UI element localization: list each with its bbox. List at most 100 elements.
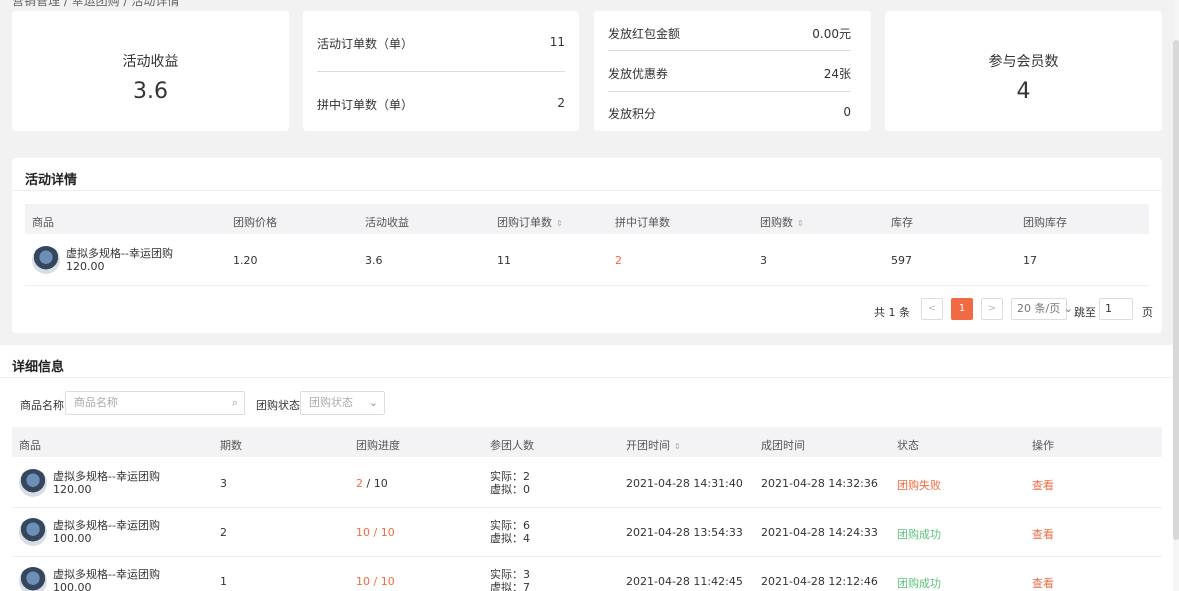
actual-count: 实际：2 xyxy=(490,470,530,483)
group-stock: 17 xyxy=(1023,254,1037,267)
product-thumbnail xyxy=(19,567,47,591)
page-size-select[interactable]: 20 条/页 ⌄ xyxy=(1011,298,1073,320)
divider xyxy=(12,190,1162,191)
progress: 10 / 10 xyxy=(356,526,395,539)
search-icon[interactable]: ⌕ xyxy=(232,392,238,414)
coupon-label: 发放优惠券 xyxy=(608,67,669,81)
page-suffix: 页 xyxy=(1142,306,1153,319)
actual-count: 实际：6 xyxy=(490,519,530,532)
sort-icon[interactable]: ⇕ xyxy=(674,442,681,451)
view-link[interactable]: 查看 xyxy=(1032,477,1054,493)
detail-info-card: 详细信息 商品名称 商品名称 ⌕ 团购状态 团购状态 ⌄ 商品 期数 团购进度 … xyxy=(0,345,1173,591)
product-name: 虚拟多规格--幸运团购 xyxy=(53,519,160,532)
revenue-label: 活动收益 xyxy=(122,54,179,70)
virtual-count: 虚拟：4 xyxy=(490,532,530,545)
members-card: 参与会员数 4 xyxy=(885,11,1162,131)
product-name: 虚拟多规格--幸运团购 xyxy=(53,568,160,581)
win-orders-value: 2 xyxy=(557,96,565,110)
col-revenue: 活动收益 xyxy=(365,216,409,229)
page-size-value: 20 条/页 xyxy=(1017,302,1061,315)
orders-label: 活动订单数（单） xyxy=(317,37,414,51)
col-stock: 库存 xyxy=(891,216,913,229)
product-price: 100.00 xyxy=(53,581,92,591)
product-price: 120.00 xyxy=(53,483,92,496)
product-price: 120.00 xyxy=(66,260,105,273)
goto-page-input[interactable]: 1 xyxy=(1099,298,1133,320)
pager-total: 共 1 条 xyxy=(874,306,910,319)
group-count: 3 xyxy=(760,254,767,267)
done-time: 2021-04-28 12:12:46 xyxy=(761,575,878,588)
redpack-label: 发放红包金额 xyxy=(608,27,681,41)
done-time: 2021-04-28 14:32:36 xyxy=(761,477,878,490)
table-header: 商品 团购价格 活动收益 团购订单数 ⇕ 拼中订单数 团购数 ⇕ 库存 团购库存 xyxy=(25,204,1149,234)
col-done-time: 成团时间 xyxy=(761,439,805,452)
scrollbar-thumb[interactable] xyxy=(1173,40,1179,540)
status-badge: 团购成功 xyxy=(897,528,941,541)
product-thumbnail xyxy=(32,246,60,274)
period: 3 xyxy=(220,477,227,490)
pager-next-button[interactable]: > xyxy=(981,298,1003,320)
product-thumbnail xyxy=(19,469,47,497)
section-title: 详细信息 xyxy=(12,360,65,375)
page-scrollbar[interactable] xyxy=(1173,0,1179,591)
filter-status-label: 团购状态 xyxy=(256,399,300,412)
open-time: 2021-04-28 11:42:45 xyxy=(626,575,743,588)
revenue: 3.6 xyxy=(365,254,383,267)
virtual-count: 虚拟：0 xyxy=(490,483,530,496)
pager-prev-button[interactable]: < xyxy=(921,298,943,320)
points-value: 0 xyxy=(843,105,851,119)
progress: 10 / 10 xyxy=(356,575,395,588)
open-time: 2021-04-28 13:54:33 xyxy=(626,526,743,539)
col-open-time-label: 开团时间 xyxy=(626,439,670,452)
divider xyxy=(12,556,1162,557)
col-action: 操作 xyxy=(1032,439,1054,452)
activity-detail-card: 活动详情 商品 团购价格 活动收益 团购订单数 ⇕ 拼中订单数 团购数 ⇕ 库存 团… xyxy=(12,158,1162,333)
status-badge: 团购失败 xyxy=(897,479,941,492)
product-name-search-input[interactable]: 商品名称 ⌕ xyxy=(65,391,245,415)
table-header: 商品 期数 团购进度 参团人数 开团时间 ⇕ 成团时间 状态 操作 xyxy=(12,427,1162,457)
filter-name-label: 商品名称 xyxy=(20,399,64,412)
revenue-card: 活动收益 3.6 xyxy=(12,11,289,131)
status-select[interactable]: 团购状态 ⌄ xyxy=(300,391,385,415)
group-orders: 11 xyxy=(497,254,511,267)
progress-done: 2 xyxy=(356,477,363,490)
view-link[interactable]: 查看 xyxy=(1032,526,1054,542)
col-group-count[interactable]: 团购数 ⇕ xyxy=(760,214,804,230)
product-price: 100.00 xyxy=(53,532,92,545)
section-title: 活动详情 xyxy=(25,173,78,188)
goto-label: 跳至 xyxy=(1074,306,1096,319)
period: 1 xyxy=(220,575,227,588)
chevron-down-icon: ⌄ xyxy=(1063,302,1073,315)
coupon-value: 24张 xyxy=(823,67,851,81)
divider xyxy=(0,377,1173,378)
col-group-price: 团购价格 xyxy=(233,216,277,229)
chevron-down-icon: ⌄ xyxy=(368,396,378,409)
view-link[interactable]: 查看 xyxy=(1032,575,1054,591)
sort-icon[interactable]: ⇕ xyxy=(556,219,563,228)
search-input-placeholder: 商品名称 xyxy=(74,396,118,409)
members-value: 4 xyxy=(1016,79,1031,104)
col-group-stock: 团购库存 xyxy=(1023,216,1067,229)
members-label: 参与会员数 xyxy=(988,54,1059,70)
col-progress: 团购进度 xyxy=(356,439,400,452)
pager-page-1[interactable]: 1 xyxy=(951,298,973,320)
divider xyxy=(608,91,851,92)
sort-icon[interactable]: ⇕ xyxy=(797,219,804,228)
period: 2 xyxy=(220,526,227,539)
open-time: 2021-04-28 14:31:40 xyxy=(626,477,743,490)
group-price: 1.20 xyxy=(233,254,258,267)
col-group-orders[interactable]: 团购订单数 ⇕ xyxy=(497,214,563,230)
divider xyxy=(317,71,565,72)
win-orders-label: 拼中订单数（单） xyxy=(317,98,414,112)
done-time: 2021-04-28 14:24:33 xyxy=(761,526,878,539)
col-group-count-label: 团购数 xyxy=(760,216,793,229)
divider xyxy=(25,285,1149,286)
orders-card: 活动订单数（单） 11 拼中订单数（单） 2 xyxy=(303,11,579,131)
col-open-time[interactable]: 开团时间 ⇕ xyxy=(626,437,681,453)
divider xyxy=(608,50,851,51)
orders-value: 11 xyxy=(549,35,565,49)
stock: 597 xyxy=(891,254,912,267)
rewards-card: 发放红包金额 0.00元 发放优惠券 24张 发放积分 0 xyxy=(594,11,871,131)
status-badge: 团购成功 xyxy=(897,577,941,590)
status-select-placeholder: 团购状态 xyxy=(309,396,353,409)
